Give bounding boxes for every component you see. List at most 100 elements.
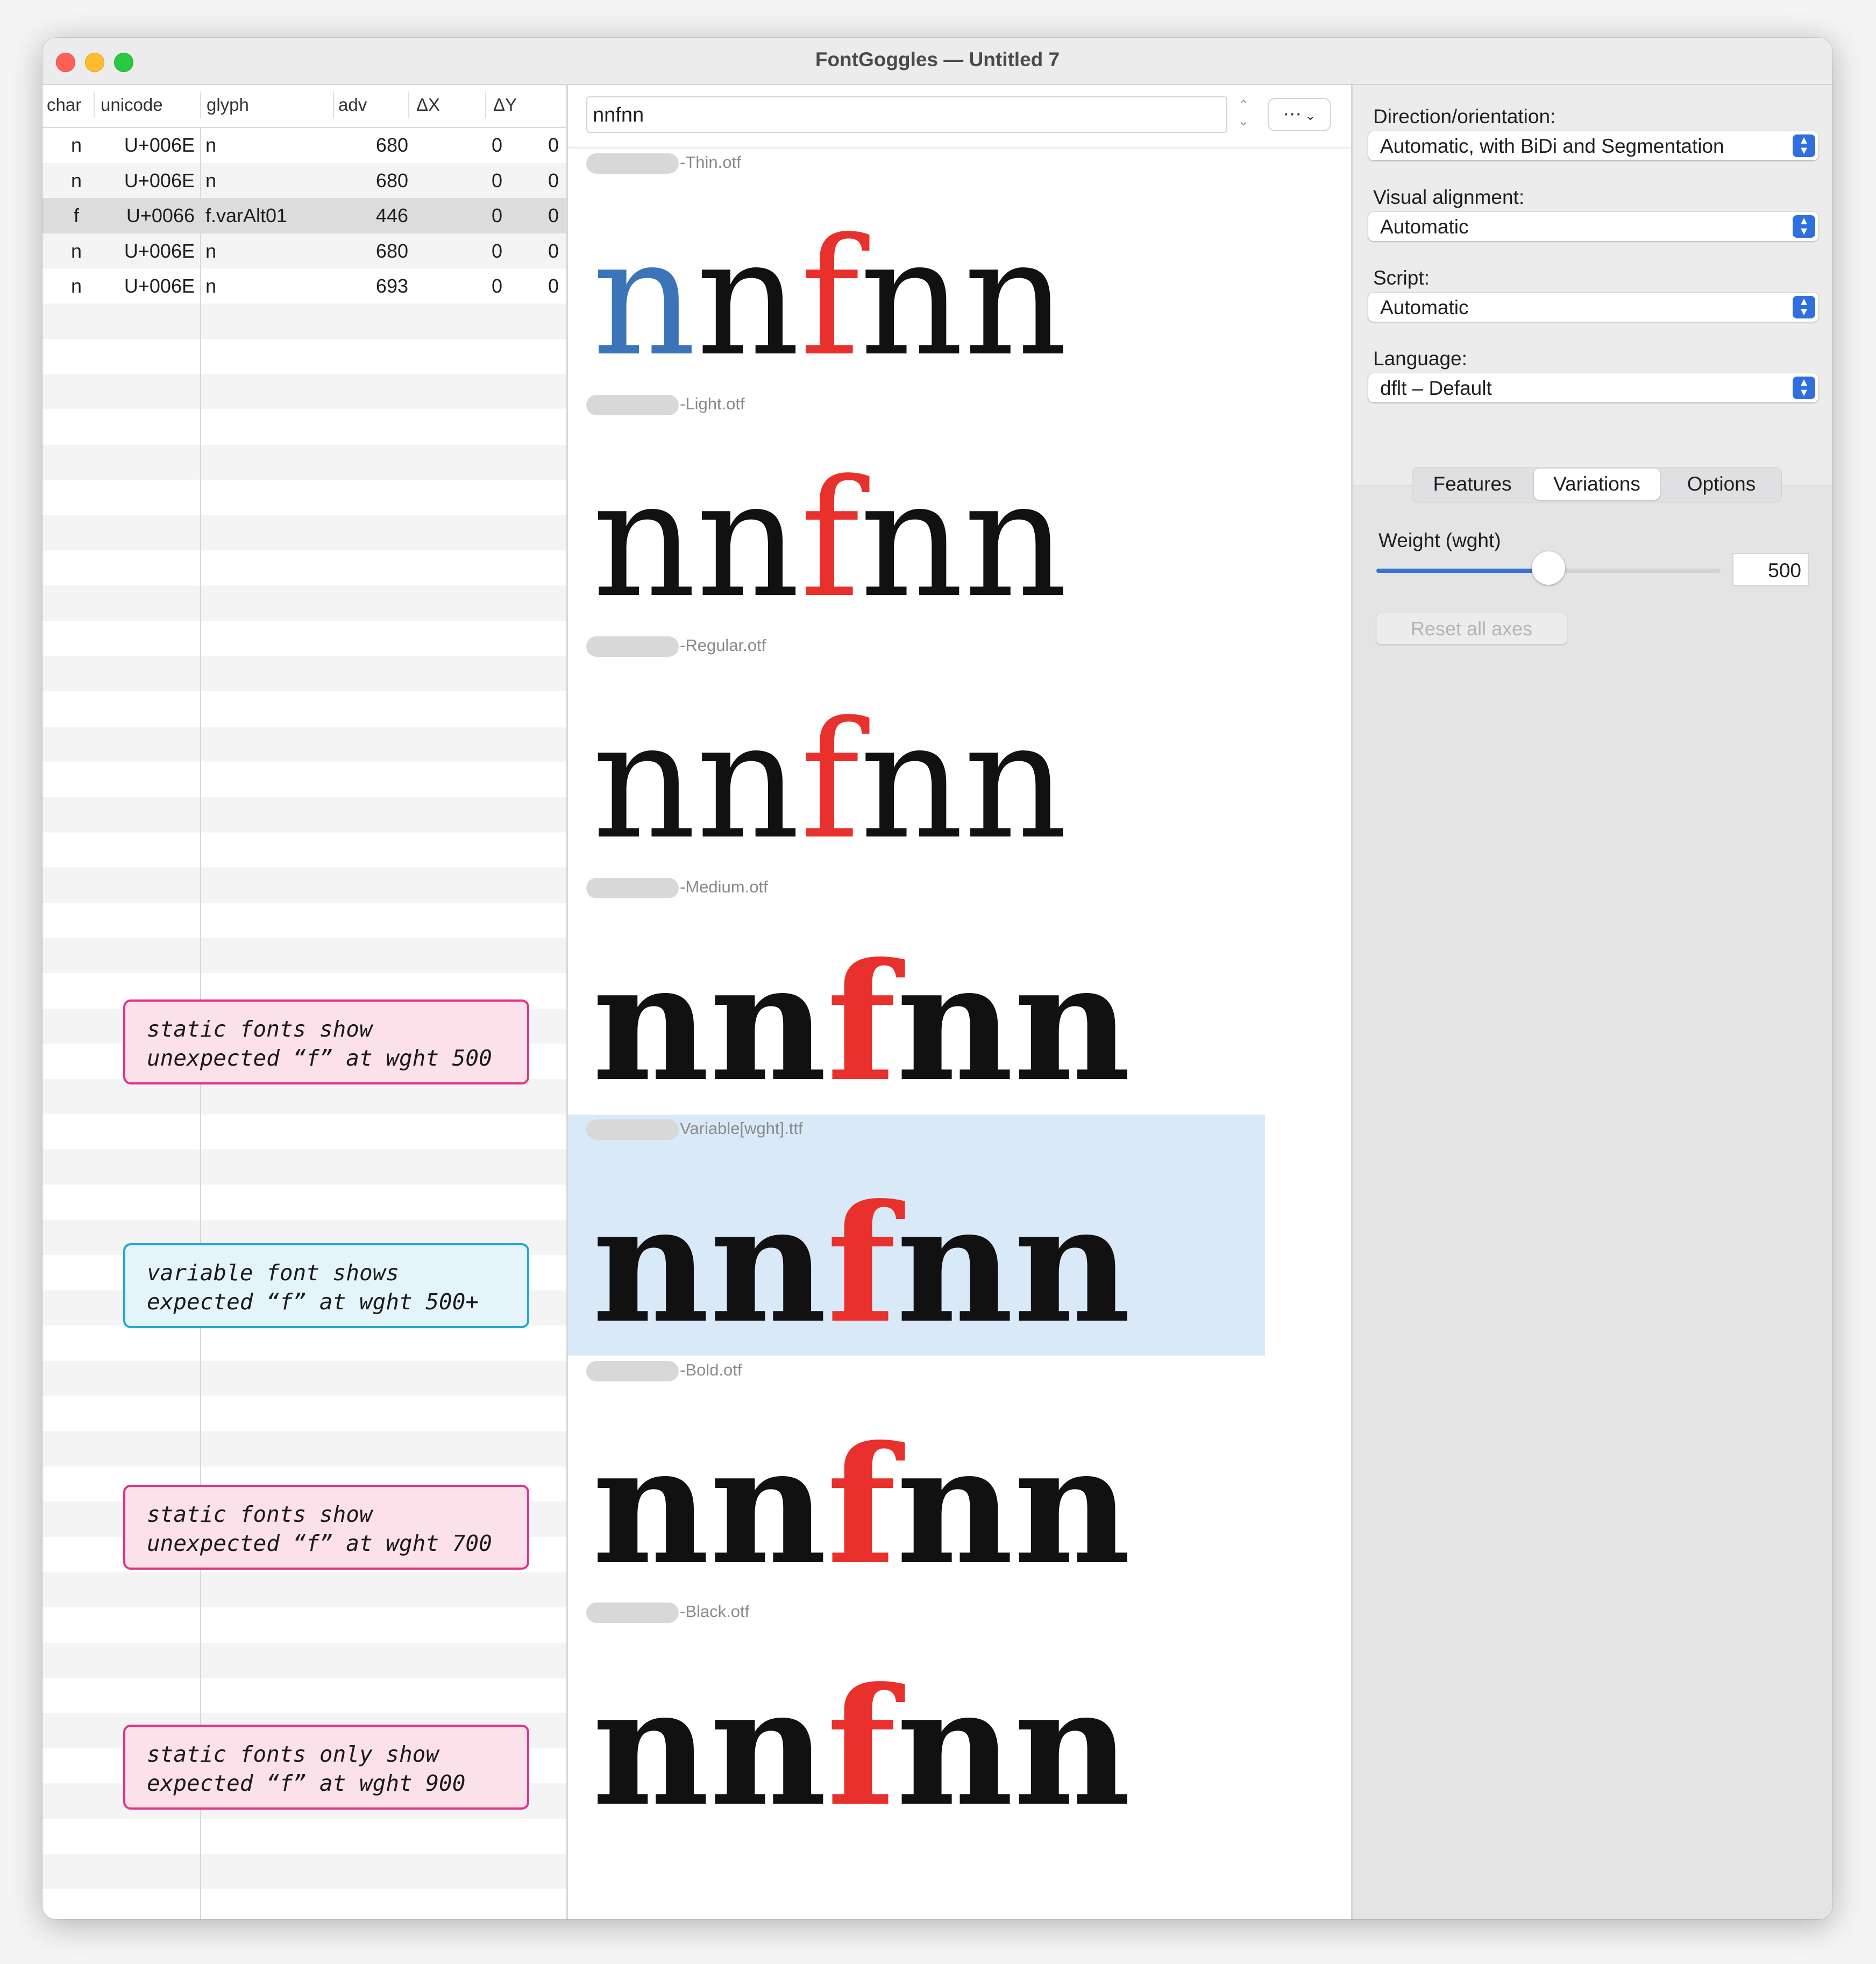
table-row[interactable]: n U+006E n 680 0 0 [42,127,566,163]
glyph[interactable]: n [709,1410,827,1600]
reset-axes-button[interactable]: Reset all axes [1376,613,1567,644]
glyph[interactable]: n [592,1169,709,1359]
title-bar: FontGoggles — Untitled 7 [42,38,1832,85]
column-header-dx[interactable]: ΔX [416,95,440,115]
column-header-dy[interactable]: ΔY [493,95,517,115]
weight-axis-label: Weight (wght) [1378,529,1501,551]
glyph[interactable]: n [1013,1652,1131,1842]
column-separator[interactable] [94,91,95,118]
font-file-name: -Bold.otf [586,1360,742,1382]
column-header-char[interactable]: char [47,95,81,115]
glyph-name-cell: n [205,169,217,192]
annotation-line: expected “f” at wght 500+ [147,1289,479,1315]
redacted-family-name [586,1360,679,1381]
ellipsis-circle-icon: ⋯ [1283,104,1302,124]
annotation-line: static fonts show [147,1501,373,1527]
text-stepper[interactable]: ⌃ ⌄ [1233,97,1254,132]
glyph[interactable]: n [592,1410,709,1600]
glyph[interactable]: n [896,1410,1013,1600]
redacted-family-name [586,153,679,174]
annotation-note: static fonts show unexpected “f” at wght… [123,1485,529,1570]
glyph[interactable]: f [827,1169,896,1359]
delta-y-cell: 0 [548,239,559,262]
glyph[interactable]: n [696,445,800,633]
preview-toolbar: nnfnn ⌃ ⌄ ⋯ ⌄ [568,85,1351,148]
table-row[interactable]: n U+006E n 680 0 0 [42,163,566,198]
glyph[interactable]: n [709,1169,827,1359]
chevron-down-icon[interactable]: ⌄ [1233,114,1254,130]
glyph[interactable]: n [1013,1410,1131,1600]
glyph[interactable]: n [592,1652,709,1842]
glyph[interactable]: n [1013,927,1131,1117]
column-header-glyph[interactable]: glyph [207,95,249,115]
options-menu-button[interactable]: ⋯ ⌄ [1268,98,1331,131]
glyph[interactable]: f [800,204,859,392]
glyph-char-cell: n [70,239,82,262]
glyph[interactable]: f [800,687,859,875]
glyph[interactable]: n [592,204,696,392]
language-value: dflt – Default [1380,377,1492,399]
annotation-line: unexpected “f” at wght 700 [147,1530,492,1556]
column-header-unicode[interactable]: unicode [101,95,163,115]
glyph[interactable]: n [592,927,709,1117]
delta-x-cell: 0 [491,134,502,156]
font-preview-row[interactable]: Variable[wght].ttf nnfnn [568,1115,1265,1356]
glyph[interactable]: n [592,687,696,875]
glyph[interactable]: n [709,927,827,1117]
font-preview-row[interactable]: -Regular.otf nnfnn [568,632,1351,873]
sample-text-input[interactable]: nnfnn [586,96,1227,133]
weight-value-field[interactable]: 500 [1732,553,1809,586]
font-preview-row[interactable]: -Thin.otf nnfnn [568,148,1351,389]
script-popup[interactable]: Automatic ▲ ▼ [1368,293,1818,322]
glyph[interactable]: n [1013,1169,1131,1359]
direction-popup[interactable]: Automatic, with BiDi and Segmentation ▲ ▼ [1368,131,1818,160]
alignment-popup[interactable]: Automatic ▲ ▼ [1368,212,1818,241]
column-separator[interactable] [485,91,486,118]
font-file-name: -Light.otf [586,394,745,416]
glyph-name-cell: n [205,239,217,262]
font-preview-row[interactable]: -Light.otf nnfnn [568,390,1351,631]
column-separator[interactable] [200,91,201,118]
glyph[interactable]: n [859,204,963,392]
column-separator[interactable] [333,91,334,118]
glyph-run: nnfnn [592,700,1068,862]
font-preview-row[interactable]: -Bold.otf nnfnn [568,1356,1351,1597]
table-row[interactable]: n U+006E n 680 0 0 [42,233,566,269]
glyph[interactable]: n [896,1652,1013,1842]
font-preview-row[interactable]: -Black.otf nnfnn [568,1598,1351,1839]
font-file-name: Variable[wght].ttf [586,1119,803,1140]
glyph-char-cell: n [70,169,82,192]
tab-variations[interactable]: Variations [1534,469,1660,500]
glyph[interactable]: n [896,927,1013,1117]
updown-chevron-icon: ▲ ▼ [1793,134,1815,157]
tab-features[interactable]: Features [1412,467,1532,501]
annotation-note: variable font shows expected “f” at wght… [123,1243,529,1328]
glyph[interactable]: f [800,445,859,633]
glyph-char-cell: f [73,204,79,226]
language-popup[interactable]: dflt – Default ▲ ▼ [1368,373,1818,402]
annotation-line: variable font shows [147,1260,399,1286]
glyph[interactable]: n [859,445,963,633]
glyph[interactable]: n [896,1169,1013,1359]
column-header-adv[interactable]: adv [338,95,367,115]
glyph[interactable]: n [964,445,1068,633]
unicode-cell: U+006E [124,275,195,297]
glyph[interactable]: n [696,204,800,392]
glyph[interactable]: f [827,1652,896,1842]
glyph[interactable]: n [696,687,800,875]
table-row[interactable]: f U+0066 f.varAlt01 446 0 0 [42,198,566,233]
glyph[interactable]: n [964,204,1068,392]
tab-options[interactable]: Options [1661,467,1781,501]
glyph[interactable]: f [827,927,896,1117]
font-file-suffix: -Light.otf [680,394,745,413]
font-preview-row[interactable]: -Medium.otf nnfnn [568,873,1351,1114]
glyph[interactable]: f [827,1410,896,1600]
table-row[interactable]: n U+006E n 693 0 0 [42,268,566,304]
glyph[interactable]: n [964,687,1068,875]
column-separator[interactable] [408,91,409,118]
glyph[interactable]: n [592,445,696,633]
weight-slider-knob[interactable] [1532,551,1565,585]
glyph[interactable]: n [859,687,963,875]
chevron-up-icon[interactable]: ⌃ [1233,97,1254,114]
glyph[interactable]: n [709,1652,827,1842]
